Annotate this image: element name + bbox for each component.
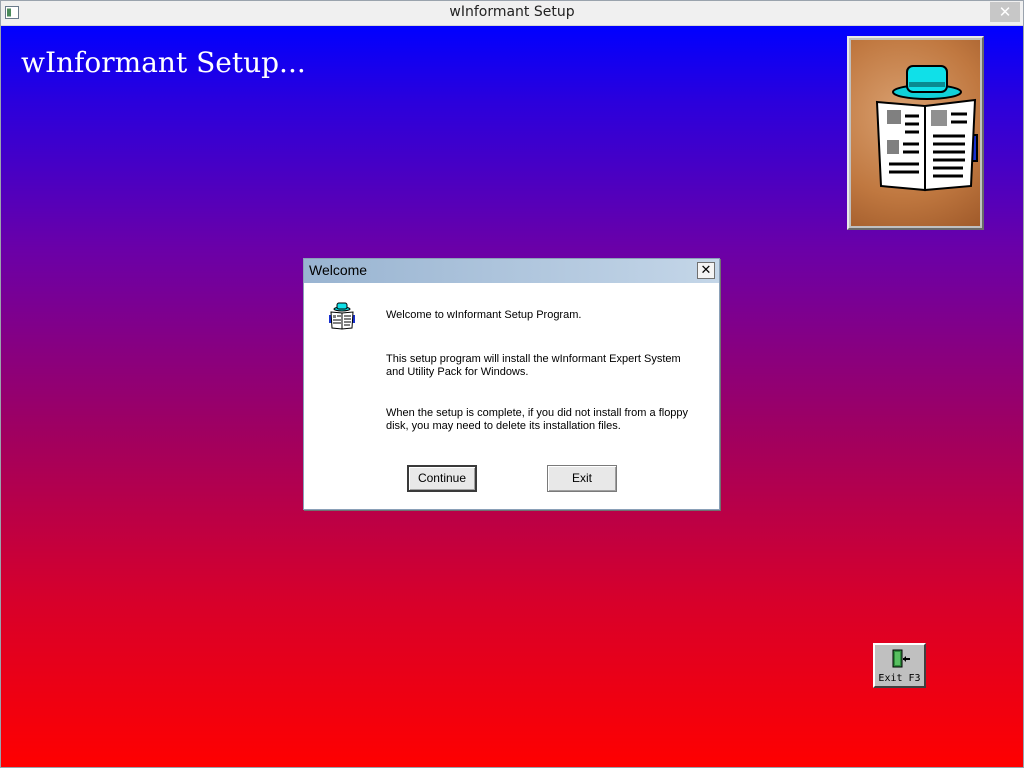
window-titlebar[interactable]: wInformant Setup ✕: [1, 1, 1023, 26]
exit-f3-label: Exit F3: [878, 673, 921, 684]
cleanup-note: When the setup is complete, if you did n…: [386, 407, 689, 432]
continue-button[interactable]: Continue: [407, 465, 477, 492]
newspaper-reader-logo: [847, 36, 984, 230]
setup-heading: wInformant Setup...: [21, 46, 306, 79]
window-title: wInformant Setup: [449, 4, 575, 20]
exit-door-icon: [892, 649, 910, 668]
setup-background: wInformant Setup... Welcome ✕ Welcome to…: [1, 26, 1023, 767]
logo-image: [851, 40, 980, 226]
setup-window: wInformant Setup ✕ wInformant Setup... W…: [0, 0, 1024, 768]
newspaper-reader-icon: [329, 302, 355, 330]
dialog-close-button[interactable]: ✕: [697, 262, 715, 279]
dialog-titlebar[interactable]: Welcome ✕: [304, 259, 719, 283]
window-close-button[interactable]: ✕: [990, 2, 1020, 22]
welcome-dialog: Welcome ✕ Welcome to wInformant Setup Pr…: [303, 258, 720, 510]
welcome-message: Welcome to wInformant Setup Program.: [386, 309, 582, 321]
exit-button[interactable]: Exit: [547, 465, 617, 492]
dialog-title: Welcome: [309, 262, 368, 278]
newspaper-reader-icon: [875, 65, 978, 192]
install-description: This setup program will install the wInf…: [386, 353, 681, 378]
exit-f3-button[interactable]: Exit F3: [873, 643, 926, 688]
